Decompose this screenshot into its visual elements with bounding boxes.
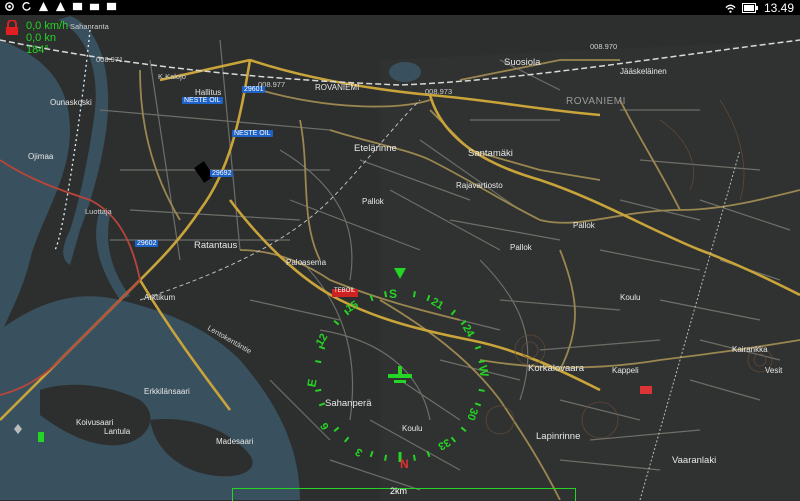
status-right: 13.49 [725,1,794,15]
map-label-kaljo: K.Kalojo [158,72,186,81]
map-label-etelarinne: Etelärinne [354,143,397,154]
compass-tick [315,388,322,392]
map-label-neste-1[interactable]: NESTE OIL [182,97,223,104]
poi-marker-red[interactable] [640,386,652,394]
compass-tick [478,360,485,364]
image-icon [106,2,117,11]
map-label-vaaranlaki: Vaaranlaki [672,455,717,466]
map-label-korkalovaara: Korkalovaara [528,363,584,374]
map-canvas[interactable] [0,0,800,500]
image-icon [72,2,83,11]
map-label-madesaari: Madesaari [216,437,254,446]
road-shield-29602: 29602 [135,240,159,247]
map-label-paloasema: Paloasema [286,258,327,267]
map-tool-icon[interactable] [12,423,24,435]
map-label-luottaja: Luottaja [85,207,112,216]
boat-marker-icon [38,432,44,442]
refresh-icon [22,2,31,11]
warning-icon [38,1,49,12]
compass-tick [384,454,388,461]
notification-icons [4,1,117,12]
heading-degrees: 184° [26,44,49,56]
map-label-koulu-2: Koulu [402,424,423,433]
map-label-erkkilansaari: Erkkilänsaari [144,387,190,396]
lock-icon[interactable] [5,20,19,36]
map-label-neste-2[interactable]: NESTE OIL [232,130,273,137]
map-label-santamaki: Santamäki [468,148,513,159]
map-label-ojimaa: Ojimaa [28,152,54,161]
map-label-rovaniemi-area: ROVANIEMI [566,96,626,107]
compass-tick [315,360,322,364]
map-label-rajavartiosto: Rajavartiosto [456,181,503,190]
map-label-pallok-2: Pallok [510,243,532,252]
wifi-icon [725,4,736,13]
map-label-kairankka: Kairankka [732,345,768,354]
folder-icon [89,3,100,11]
compass-tick [384,291,388,298]
road-shield-29692: 29692 [210,170,234,177]
map-label-rail-2: 008.970 [590,42,618,51]
map-label-suosiola: Suosiola [504,57,541,68]
map-label-jaaskelainen: Jääskeläinen [620,67,667,76]
map-label-rail-3: 008.971 [96,55,124,64]
speed-knots: 0,0 kn [26,32,56,44]
compass-tick [412,454,416,461]
map-label-sahanpera: Sahanperä [325,398,372,409]
map-label-arktikum: Arktikum [144,293,176,302]
compass-tick [412,291,416,298]
speed-hud: 0,0 km/h 0,0 kn 184° [0,16,80,66]
scale-label: 2km [390,486,408,496]
map-label-lapinrinne: Lapinrinne [536,431,581,442]
map-label-pallok-1: Pallok [362,197,384,206]
map-label-rail-1: 008.973 [425,87,453,96]
map-label-hallitus: Hallitus [195,88,222,97]
speed-kmh: 0,0 km/h [26,20,69,32]
map-label-rovaniemi-rail: ROVANIEMI [315,83,360,92]
clock: 13.49 [763,1,794,15]
warning-icon [55,1,66,12]
map-label-teboil[interactable]: TEBOIL [334,288,355,294]
battery-icon [741,3,758,13]
road-shield-29601: 29601 [242,86,266,93]
map-label-ratantaus: Ratantaus [194,240,238,251]
map-label-lantula: Lantula [104,427,131,436]
map-label-ounaskoski: Ounaskoski [50,98,92,107]
map-label-koivusaari: Koivusaari [76,418,114,427]
map-label-koulu-1: Koulu [620,293,641,302]
map-label-pallok-3: Pallok [573,221,595,230]
map-label-vesit: Vesit [765,366,783,375]
location-icon [5,2,14,11]
system-status-bar: 13.49 [0,0,800,15]
map-label-kappeli: Kappeli [612,366,639,375]
compass-tick [478,388,485,392]
